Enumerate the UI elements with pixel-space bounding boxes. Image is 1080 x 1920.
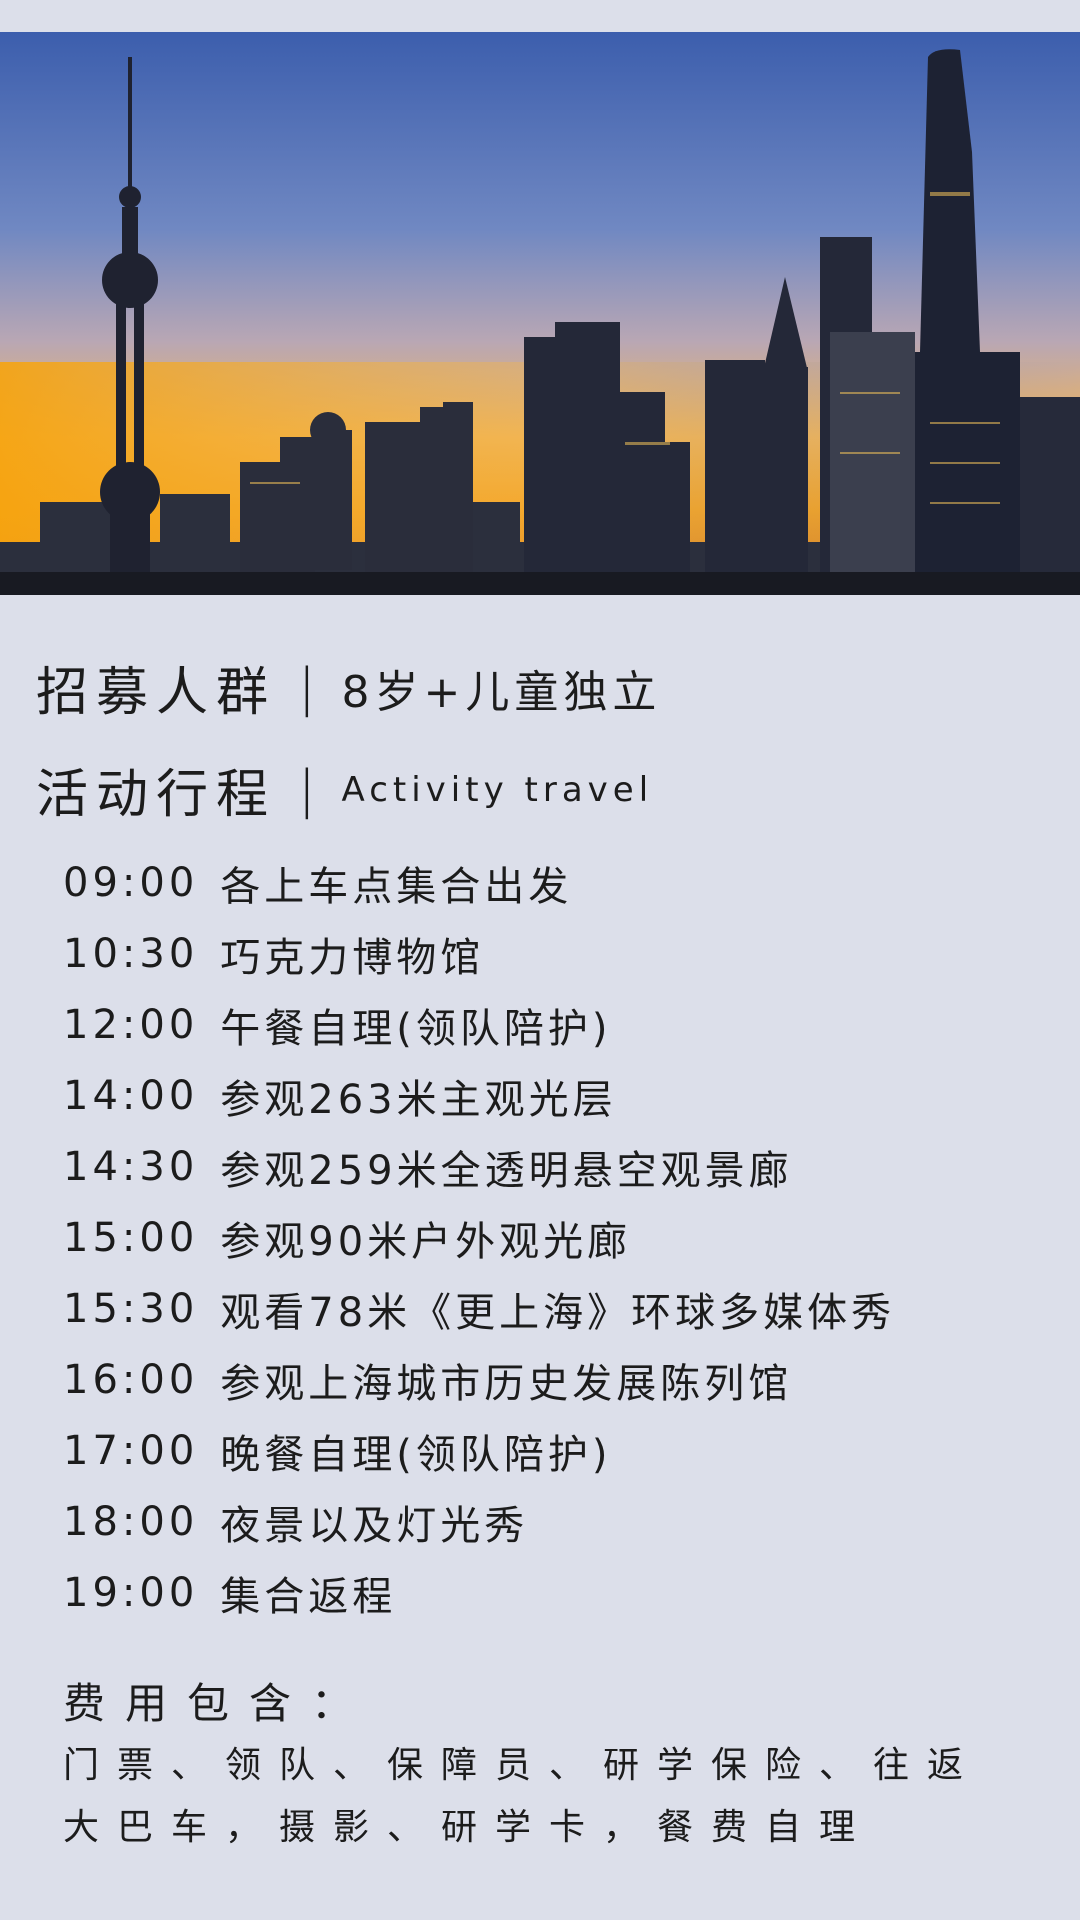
schedule-activity: 参观259米全透明悬空观景廊 [220, 1147, 793, 1194]
schedule-activity: 参观90米户外观光廊 [220, 1218, 632, 1265]
itinerary-heading: 活动行程 | Activity travel [36, 752, 653, 827]
recruit-separator: | [298, 657, 316, 718]
itinerary-subtitle: Activity travel [341, 769, 654, 810]
schedule-item: 12:00 午餐自理(领队陪护) [63, 989, 895, 1060]
schedule-item: 17:00 晚餐自理(领队陪护) [63, 1415, 895, 1486]
schedule-time: 12:00 [63, 1001, 199, 1048]
schedule-time: 17:00 [63, 1427, 199, 1474]
schedule-time: 09:00 [63, 859, 199, 906]
schedule-item: 09:00 各上车点集合出发 [63, 847, 895, 918]
schedule-time: 18:00 [63, 1498, 199, 1545]
schedule-activity: 参观上海城市历史发展陈列馆 [220, 1360, 793, 1407]
schedule-time: 15:30 [63, 1285, 199, 1332]
schedule-item: 15:00 参观90米户外观光廊 [63, 1202, 895, 1273]
schedule-activity: 晚餐自理(领队陪护) [220, 1431, 612, 1478]
schedule-activity: 各上车点集合出发 [220, 863, 573, 910]
schedule-time: 15:00 [63, 1214, 199, 1261]
schedule-activity: 夜景以及灯光秀 [220, 1502, 529, 1549]
fees-title: 费用包含： [63, 1679, 374, 1728]
schedule-activity: 午餐自理(领队陪护) [220, 1005, 612, 1052]
recruit-label: 招募人群 [36, 663, 277, 723]
recruit-heading: 招募人群 | 8岁+儿童独立 [36, 650, 661, 725]
itinerary-separator: | [298, 759, 316, 820]
schedule-item: 14:00 参观263米主观光层 [63, 1060, 895, 1131]
schedule-time: 19:00 [63, 1569, 199, 1616]
schedule-activity: 巧克力博物馆 [220, 934, 485, 981]
top-strip [0, 0, 1080, 32]
itinerary-label: 活动行程 [36, 765, 277, 825]
schedule-item: 18:00 夜景以及灯光秀 [63, 1486, 895, 1557]
schedule-activity: 观看78米《更上海》环球多媒体秀 [220, 1289, 896, 1336]
schedule-list: 09:00 各上车点集合出发 10:30 巧克力博物馆 12:00 午餐自理(领队陪护… [63, 847, 895, 1628]
schedule-item: 10:30 巧克力博物馆 [63, 918, 895, 989]
schedule-time: 16:00 [63, 1356, 199, 1403]
schedule-activity: 参观263米主观光层 [220, 1076, 617, 1123]
schedule-time: 14:30 [63, 1143, 199, 1190]
schedule-time: 10:30 [63, 930, 199, 977]
schedule-item: 16:00 参观上海城市历史发展陈列馆 [63, 1344, 895, 1415]
recruit-value: 8岁+儿童独立 [341, 666, 662, 718]
schedule-time: 14:00 [63, 1072, 199, 1119]
hero-skyline-image [0, 32, 1080, 595]
schedule-activity: 集合返程 [220, 1573, 397, 1620]
schedule-item: 19:00 集合返程 [63, 1557, 895, 1628]
fees-body: 门票、领队、保障员、研学保险、往返大巴车，摄影、研学卡，餐费自理 [63, 1745, 982, 1848]
schedule-item: 15:30 观看78米《更上海》环球多媒体秀 [63, 1273, 895, 1344]
schedule-item: 14:30 参观259米全透明悬空观景廊 [63, 1131, 895, 1202]
